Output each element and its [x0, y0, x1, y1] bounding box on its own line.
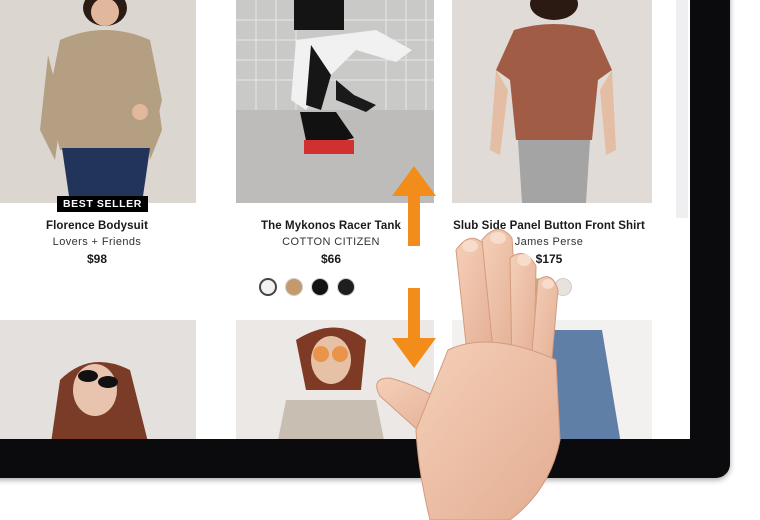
product-name[interactable]: Florence Bodysuit — [0, 220, 202, 232]
color-swatches — [259, 278, 355, 296]
scrollbar-track[interactable] — [676, 0, 688, 218]
product-image[interactable] — [0, 0, 196, 203]
product-price: $98 — [86, 252, 108, 266]
product-image[interactable] — [452, 0, 652, 203]
model-photo-brown-tee — [452, 0, 652, 203]
best-seller-badge: BEST SELLER — [57, 196, 148, 212]
model-photo-beige-top — [0, 0, 196, 203]
product-card-florence-bodysuit[interactable]: BEST SELLER Florence Bodysuit Lovers + F… — [0, 0, 210, 300]
product-image-row2-1[interactable] — [0, 320, 196, 439]
hand-gesture-icon — [376, 229, 561, 520]
swatch-charcoal[interactable] — [337, 278, 355, 296]
swatch-black[interactable] — [311, 278, 329, 296]
product-brand[interactable]: Lovers + Friends — [0, 236, 202, 248]
swatch-white[interactable] — [259, 278, 277, 296]
swatch-tan[interactable] — [285, 278, 303, 296]
model-photo-sunglasses — [0, 320, 196, 439]
